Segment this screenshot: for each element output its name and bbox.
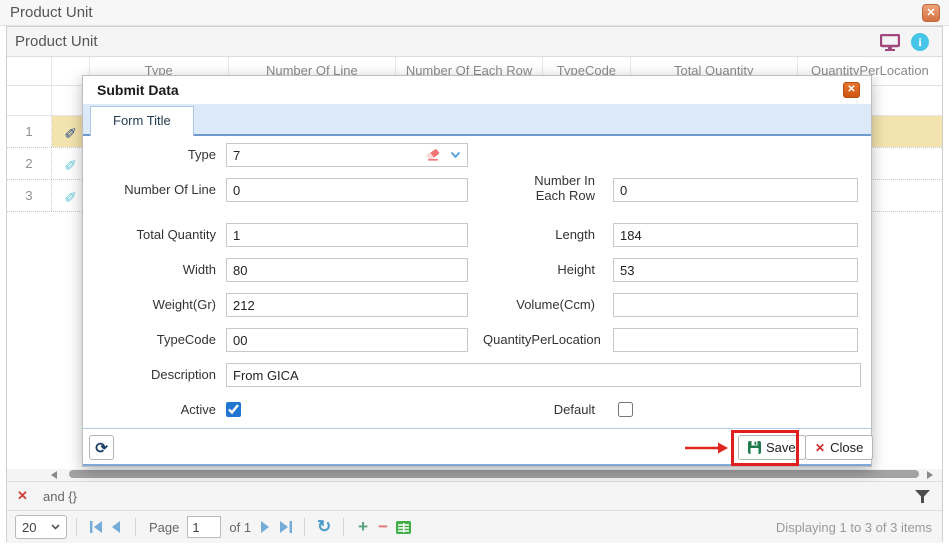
close-icon: ✕ <box>847 84 855 95</box>
paging-toolbar: 20 Page of 1 ↻ + − <box>7 511 942 543</box>
type-label: Type <box>91 143 216 167</box>
total-quantity-input[interactable] <box>226 223 468 247</box>
width-input[interactable] <box>226 258 468 282</box>
save-button[interactable]: Save <box>738 435 806 460</box>
grid-view-icon[interactable] <box>393 517 413 537</box>
row-number: 2 <box>7 148 52 179</box>
submit-data-dialog: Submit Data ✕ Form Title Type Number Of … <box>82 75 872 467</box>
panel-header: Product Unit i <box>7 27 942 57</box>
scrollbar-thumb[interactable] <box>69 470 919 478</box>
application-window: Product Unit ✕ Product Unit i Type Numbe… <box>0 0 949 550</box>
typecode-input[interactable] <box>226 328 468 352</box>
last-page-icon[interactable] <box>275 517 295 537</box>
tab-form-title[interactable]: Form Title <box>90 106 194 136</box>
height-input[interactable] <box>613 258 858 282</box>
remove-icon[interactable]: − <box>373 517 393 537</box>
window-title: Product Unit <box>10 4 93 21</box>
default-checkbox[interactable] <box>618 402 633 417</box>
clear-icon[interactable] <box>426 148 440 161</box>
page-size-select[interactable]: 20 <box>15 515 67 539</box>
edit-icon: ✎ <box>64 148 77 179</box>
tab-strip: Form Title <box>83 104 871 136</box>
typecode-label: TypeCode <box>91 328 216 352</box>
type-combobox[interactable] <box>226 143 468 167</box>
row-number: 1 <box>7 116 52 147</box>
filter-expression: and {} <box>43 489 77 504</box>
active-checkbox[interactable] <box>226 402 241 417</box>
active-label: Active <box>91 398 216 422</box>
dialog-title: Submit Data <box>97 82 179 98</box>
refresh-icon: ⟳ <box>95 439 108 457</box>
page-label: Page <box>149 520 179 535</box>
number-of-line-label: Number Of Line <box>91 178 216 202</box>
quantity-per-location-label: QuantityPerLocation <box>483 328 595 352</box>
dialog-close-button[interactable]: ✕ <box>843 82 860 98</box>
number-in-each-row-label: Number In Each Row <box>527 173 595 203</box>
volume-input[interactable] <box>613 293 858 317</box>
length-label: Length <box>483 223 595 247</box>
close-button[interactable]: ✕ Close <box>805 435 873 460</box>
next-page-icon[interactable] <box>255 517 275 537</box>
width-label: Width <box>91 258 216 282</box>
close-icon: ✕ <box>926 7 935 19</box>
horizontal-scrollbar[interactable] <box>7 469 942 481</box>
edit-icon: ✎ <box>64 180 77 211</box>
chevron-down-icon[interactable] <box>450 151 461 159</box>
window-close-button[interactable]: ✕ <box>922 4 940 22</box>
refresh-icon[interactable]: ↻ <box>314 517 334 537</box>
scroll-left-icon[interactable] <box>51 471 57 479</box>
window-title-bar: Product Unit ✕ <box>0 0 949 26</box>
dialog-footer: ⟳ Save ✕ Close <box>83 428 871 466</box>
add-icon[interactable]: + <box>353 517 373 537</box>
panel-title: Product Unit <box>15 33 98 50</box>
reset-button[interactable]: ⟳ <box>89 435 114 460</box>
total-quantity-label: Total Quantity <box>91 223 216 247</box>
weight-input[interactable] <box>226 293 468 317</box>
page-count-label: of 1 <box>229 520 251 535</box>
grid-header-rownum <box>7 57 52 85</box>
default-label: Default <box>483 398 595 422</box>
edit-icon: ✎ <box>64 116 77 147</box>
page-number-input[interactable] <box>187 516 221 538</box>
filter-icon[interactable] <box>915 490 930 503</box>
filter-bar: ✕ and {} <box>7 481 942 511</box>
close-x-icon: ✕ <box>815 441 825 455</box>
quantity-per-location-input[interactable] <box>613 328 858 352</box>
weight-label: Weight(Gr) <box>91 293 216 317</box>
description-input[interactable] <box>226 363 861 387</box>
scroll-right-icon[interactable] <box>927 471 933 479</box>
number-in-each-row-input[interactable] <box>613 178 858 202</box>
monitor-icon[interactable] <box>880 34 900 51</box>
clear-filter-icon[interactable]: ✕ <box>17 488 28 504</box>
chevron-down-icon <box>51 524 60 530</box>
height-label: Height <box>483 258 595 282</box>
prev-page-icon[interactable] <box>106 517 126 537</box>
volume-label: Volume(Ccm) <box>483 293 595 317</box>
save-icon <box>748 441 761 454</box>
description-label: Description <box>91 363 216 387</box>
info-icon[interactable]: i <box>911 33 929 51</box>
number-of-line-input[interactable] <box>226 178 468 202</box>
red-arrow-annotation <box>685 441 729 455</box>
row-number: 3 <box>7 180 52 211</box>
first-page-icon[interactable] <box>86 517 106 537</box>
length-input[interactable] <box>613 223 858 247</box>
status-text: Displaying 1 to 3 of 3 items <box>776 520 934 535</box>
